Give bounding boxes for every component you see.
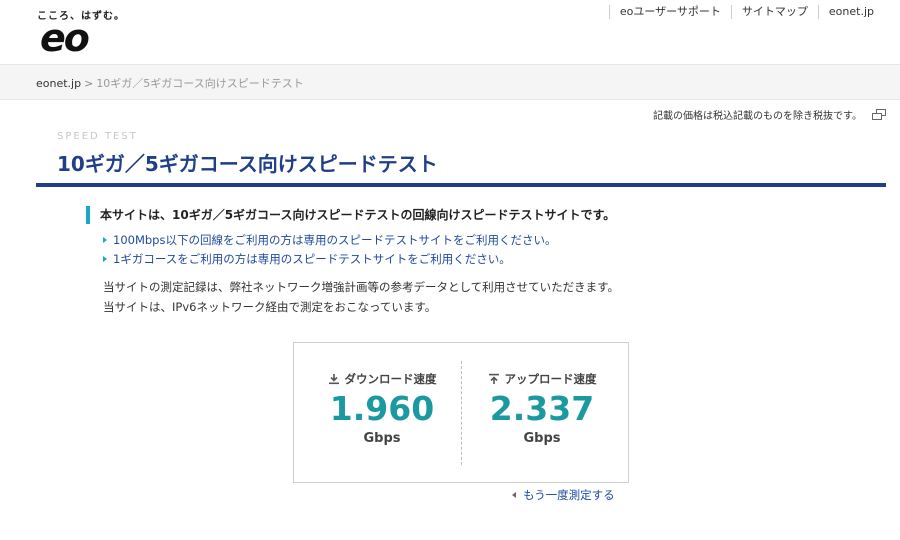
nav-eonet[interactable]: eonet.jp — [817, 5, 884, 19]
new-window-icon[interactable] — [872, 109, 886, 120]
tax-note-text: 記載の価格は税込記載のものを除き税抜です。 — [653, 111, 862, 122]
info-text-2: 当サイトは、IPv6ネットワーク経由で測定をおこなっています。 — [103, 300, 437, 314]
nav-eo-user-support[interactable]: eoユーザーサポート — [608, 5, 731, 19]
link-100mbps-speedtest[interactable]: 100Mbps以下の回線をご利用の方は専用のスピードテストサイトをご利用ください… — [103, 232, 556, 248]
nav-sitemap[interactable]: サイトマップ — [730, 5, 818, 19]
logo-wordmark: eo — [40, 16, 90, 60]
download-icon — [328, 373, 340, 385]
info-text-1: 当サイトの測定記録は、弊社ネットワーク増強計画等の参考データとして利用させていた… — [103, 280, 619, 294]
upload-icon — [488, 373, 500, 385]
eo-logo[interactable]: こころ、はずむ。 eo — [37, 7, 127, 57]
site-notice: 本サイトは、10ギガ／5ギガコース向けスピードテストの回線向けスピードテストサイ… — [86, 206, 615, 224]
retest-link[interactable]: もう一度測定する — [512, 487, 615, 503]
arrow-right-icon — [103, 256, 107, 262]
breadcrumb-current: 10ギガ／5ギガコース向けスピードテスト — [96, 77, 304, 90]
link-text: 1ギガコースをご利用の方は専用のスピードテストサイトをご利用ください。 — [113, 252, 511, 266]
download-label: ダウンロード速度 — [302, 371, 462, 387]
breadcrumb-bar: eonet.jp >10ギガ／5ギガコース向けスピードテスト — [0, 64, 900, 100]
retest-label: もう一度測定する — [523, 488, 615, 502]
link-text: 100Mbps以下の回線をご利用の方は専用のスピードテストサイトをご利用ください… — [113, 233, 557, 247]
tax-note: 記載の価格は税込記載のものを除き税抜です。 — [653, 107, 886, 122]
arrow-left-icon — [512, 492, 516, 498]
page-title: 10ギガ／5ギガコース向けスピードテスト — [57, 152, 438, 176]
arrow-right-icon — [103, 237, 107, 243]
breadcrumb: eonet.jp >10ギガ／5ギガコース向けスピードテスト — [36, 75, 304, 91]
upload-unit: Gbps — [523, 431, 561, 446]
download-result: ダウンロード速度 1.960 Gbps — [302, 371, 462, 446]
download-speed-value: 1.960 — [329, 389, 435, 428]
upload-label: アップロード速度 — [462, 371, 622, 387]
breadcrumb-separator: > — [84, 77, 94, 90]
upload-result: アップロード速度 2.337 Gbps — [462, 371, 622, 446]
top-nav: eoユーザーサポート サイトマップ eonet.jp — [608, 5, 884, 19]
speed-result-panel: ダウンロード速度 1.960 Gbps アップロード速度 2.337 Gbps — [293, 342, 629, 483]
link-1giga-speedtest[interactable]: 1ギガコースをご利用の方は専用のスピードテストサイトをご利用ください。 — [103, 251, 511, 267]
upload-speed-value: 2.337 — [489, 389, 595, 428]
site-header: こころ、はずむ。 eo eoユーザーサポート サイトマップ eonet.jp — [0, 0, 900, 64]
breadcrumb-home[interactable]: eonet.jp — [36, 77, 81, 90]
title-divider — [36, 183, 886, 187]
download-unit: Gbps — [363, 431, 401, 446]
page-subtitle: SPEED TEST — [57, 131, 138, 142]
